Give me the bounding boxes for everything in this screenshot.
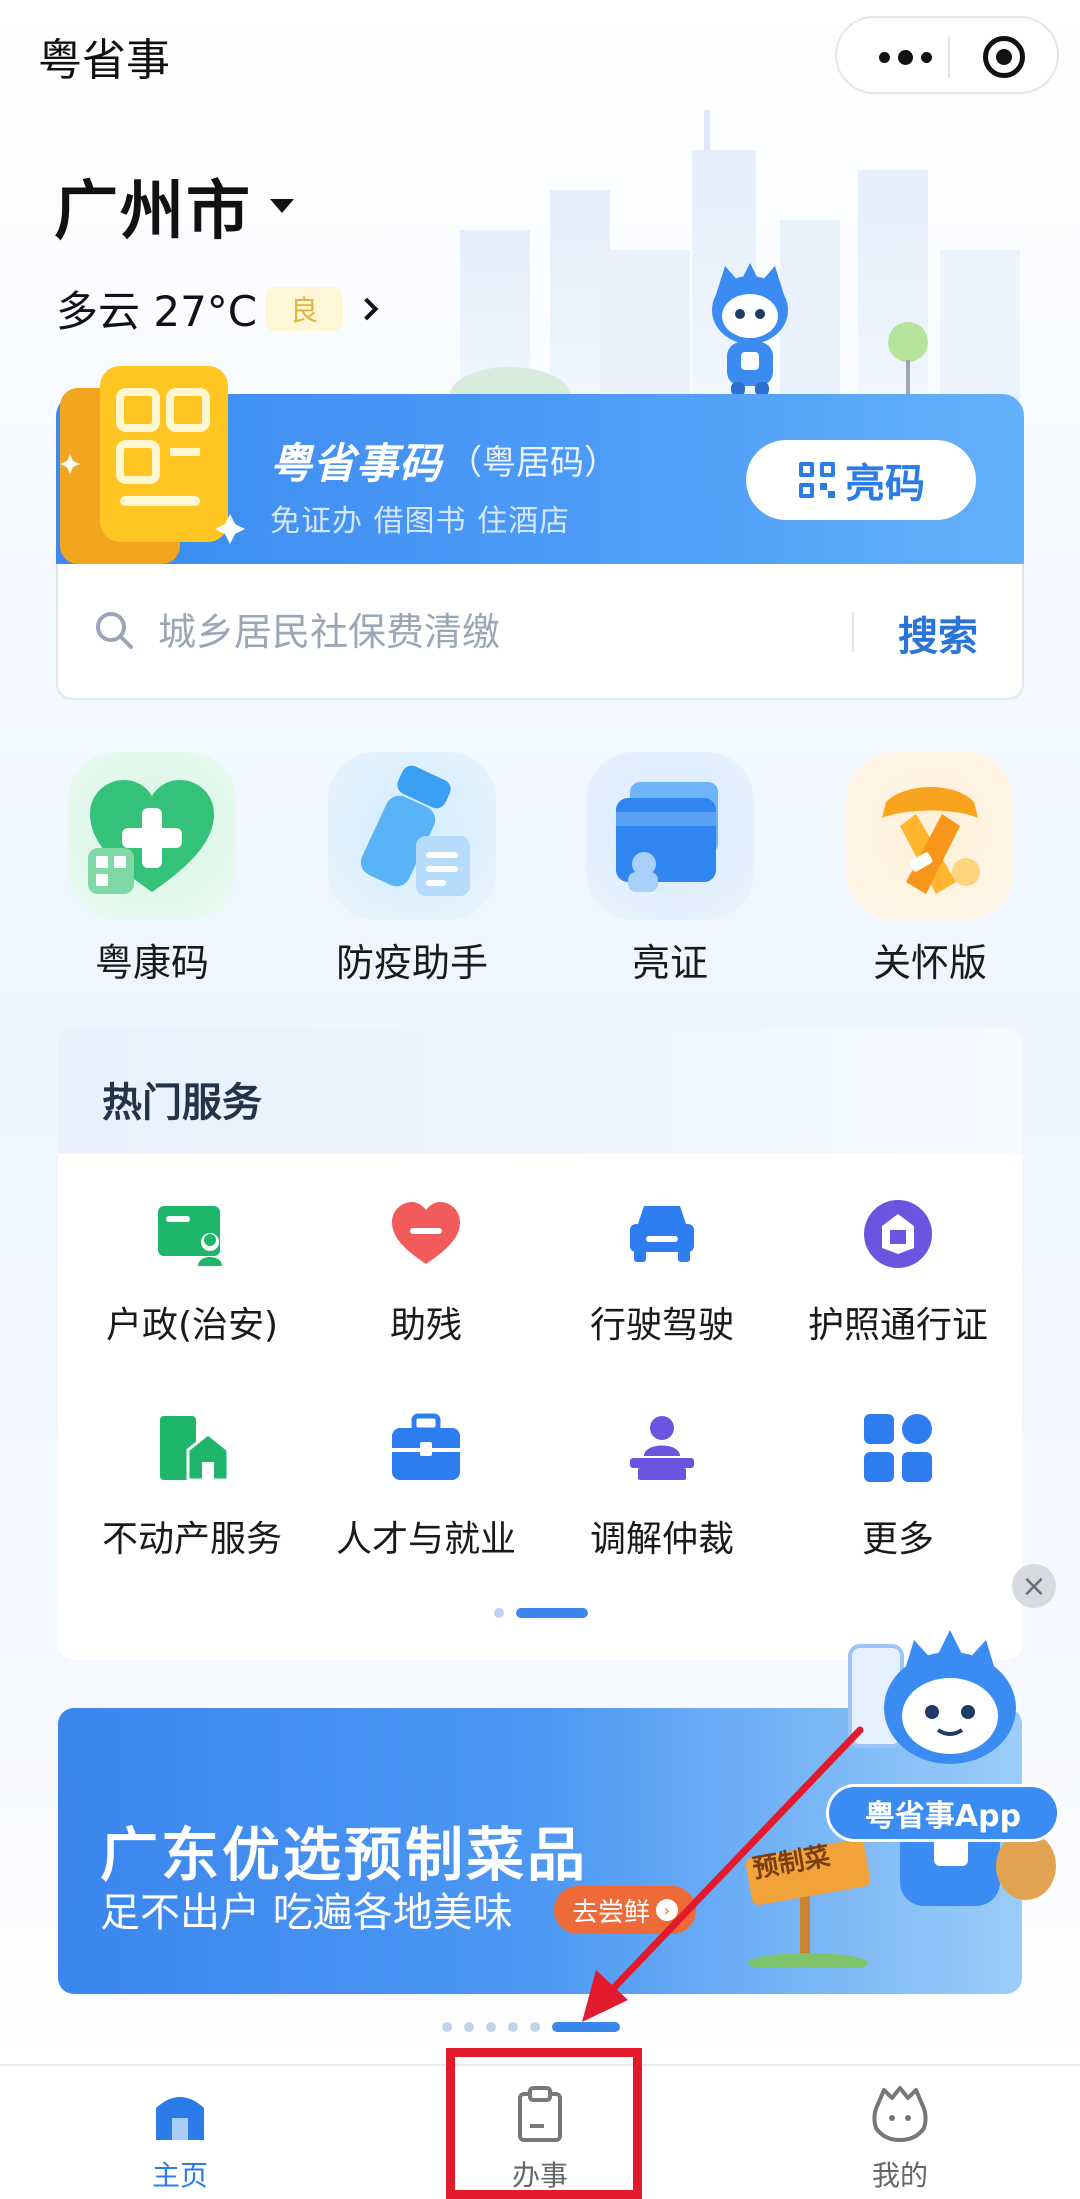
code-card-description: 免证办 借图书 住酒店 — [270, 504, 571, 539]
code-card-title: 粤省事码 — [270, 439, 443, 488]
home-icon — [156, 2097, 204, 2140]
page-dot — [494, 1608, 504, 1618]
care-version-icon — [846, 752, 1014, 920]
hot-services-title: 热门服务 — [102, 1080, 262, 1126]
epidemic-assistant-icon — [328, 752, 496, 920]
quick-action-label: 关怀版 — [872, 941, 987, 985]
service-label: 人才与就业 — [335, 1519, 516, 1560]
miniprogram-capsule — [835, 16, 1059, 94]
tab-profile[interactable]: 我的 — [820, 2084, 980, 2194]
quick-action-label: 粤康码 — [94, 941, 209, 985]
quick-action-care-version[interactable]: 关怀版 — [830, 752, 1030, 987]
banner-cta-label: 去尝鲜 — [571, 1897, 650, 1928]
search-input[interactable] — [158, 604, 818, 660]
capsule-divider — [948, 36, 950, 78]
arrow-right-icon: › — [656, 1899, 678, 1921]
service-employment[interactable]: 人才与就业 — [306, 1410, 546, 1562]
weather-info[interactable]: 多云 27°C 良 — [56, 278, 379, 339]
mascot-illustration — [712, 263, 788, 396]
service-mediation[interactable]: 调解仲裁 — [542, 1410, 782, 1562]
tab-label: 主页 — [151, 2159, 208, 2192]
air-quality-badge: 良 — [265, 286, 344, 331]
floating-app-badge[interactable]: 粤省事App — [826, 1784, 1060, 1842]
service-passport[interactable]: 护照通行证 — [778, 1196, 1018, 1348]
profile-icon — [872, 2086, 928, 2142]
city-name: 广州市 — [54, 175, 252, 249]
show-code-label: 亮码 — [845, 461, 925, 507]
page-dot — [442, 2022, 452, 2032]
health-code-icon — [68, 752, 236, 920]
service-more[interactable]: 更多 — [778, 1410, 1018, 1562]
qr-code-illustration — [60, 366, 245, 564]
city-selector[interactable]: 广州市 — [54, 160, 294, 252]
tab-label: 我的 — [871, 2159, 928, 2192]
banner-subtitle: 足不出户 吃遍各地美味 — [100, 1890, 513, 1936]
code-card-subtitle: （粤居码） — [448, 443, 618, 483]
service-label: 更多 — [861, 1519, 934, 1560]
service-label: 护照通行证 — [807, 1305, 988, 1346]
close-miniprogram-button[interactable] — [983, 36, 1025, 78]
floating-close-button[interactable]: × — [1012, 1564, 1056, 1608]
annotation-highlight-box — [446, 2048, 642, 2199]
search-icon — [96, 612, 133, 649]
quick-action-label: 防疫助手 — [335, 941, 488, 985]
more-options-button[interactable] — [867, 42, 943, 72]
service-label: 行驶驾驶 — [589, 1305, 734, 1346]
page-dot — [530, 2022, 540, 2032]
weather-text: 多云 27°C — [56, 287, 258, 336]
chevron-right-icon — [355, 297, 379, 320]
service-household[interactable]: 户政(治安) — [72, 1196, 312, 1348]
service-real-estate[interactable]: 不动产服务 — [72, 1410, 312, 1562]
page-dot — [486, 2022, 496, 2032]
app-title: 粤省事 — [38, 35, 170, 86]
search-divider — [852, 612, 854, 652]
show-certificate-icon — [586, 752, 754, 920]
page-dot-active — [516, 1608, 588, 1618]
floating-mascot-illustration — [848, 1630, 1056, 1906]
page-dot-active — [552, 2022, 620, 2032]
service-driving[interactable]: 行驶驾驶 — [542, 1196, 782, 1348]
passport-icon — [864, 1200, 932, 1268]
quick-action-show-certificate[interactable]: 亮证 — [570, 752, 770, 987]
quick-action-health-code[interactable]: 粤康码 — [52, 752, 252, 987]
service-label: 助残 — [389, 1305, 462, 1346]
service-label: 调解仲裁 — [589, 1519, 734, 1560]
banner-cta-button[interactable]: 去尝鲜 › — [554, 1886, 696, 1934]
services-page-indicator — [494, 1608, 588, 1618]
show-code-button[interactable]: 亮码 — [746, 440, 976, 520]
tab-home[interactable]: 主页 — [100, 2084, 260, 2194]
page-dot — [508, 2022, 518, 2032]
caret-down-icon — [270, 199, 294, 213]
more-grid-icon — [864, 1414, 932, 1482]
service-label: 不动产服务 — [101, 1519, 282, 1560]
disability-aid-icon — [392, 1202, 460, 1264]
real-estate-icon — [160, 1416, 230, 1482]
service-disability-aid[interactable]: 助残 — [306, 1196, 546, 1348]
household-icon — [158, 1206, 222, 1266]
search-button[interactable]: 搜索 — [898, 604, 978, 662]
quick-action-label: 亮证 — [631, 941, 708, 985]
banner-page-indicator — [442, 2022, 620, 2032]
qr-code-icon — [799, 462, 835, 498]
briefcase-icon — [392, 1413, 460, 1480]
car-icon — [630, 1206, 694, 1262]
mediation-icon — [630, 1416, 694, 1480]
quick-action-epidemic-assistant[interactable]: 防疫助手 — [312, 752, 512, 987]
page-dot — [464, 2022, 474, 2032]
service-label: 户政(治安) — [105, 1305, 279, 1346]
